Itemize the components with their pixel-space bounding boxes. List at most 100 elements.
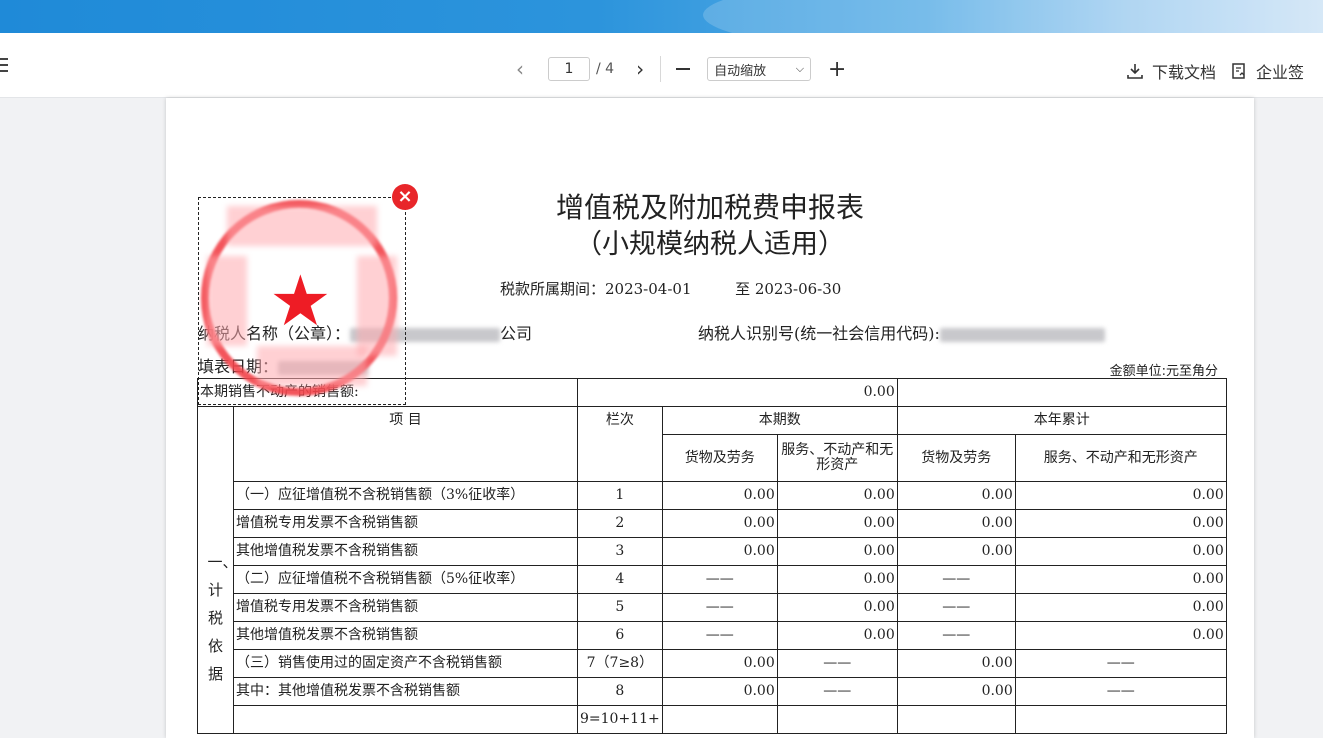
row-value: —— — [661, 593, 778, 622]
section-side-text: 一、计税依据 — [207, 552, 233, 683]
pdf-viewer-toolbar: ‹ 1 / 4 › 自动缩放 ⌵ + 下载文档 企业签 — [0, 33, 1323, 98]
row-col: 1 — [577, 481, 663, 510]
row-value: —— — [776, 677, 898, 706]
row-value: 0.00 — [661, 509, 778, 538]
row-value: —— — [896, 593, 1016, 622]
table-row: （三）销售使用过的固定资产不含税销售额 7（7≥8） 0.00 —— 0.00 … — [198, 649, 1227, 678]
seal-selection-box[interactable] — [198, 197, 406, 405]
table-row: 其他增值税发票不含税销售额 3 0.00 0.00 0.00 0.00 — [198, 537, 1227, 566]
period-to: 至 2023-06-30 — [735, 280, 842, 298]
zoom-in-button[interactable]: + — [825, 57, 849, 82]
table-row: 增值税专用发票不含税销售额 5 —— 0.00 —— 0.00 — [198, 593, 1227, 622]
menu-icon[interactable] — [0, 58, 8, 72]
table-row: （一）应征增值税不含税销售额（3%征收率） 1 0.00 0.00 0.00 0… — [198, 481, 1227, 510]
table-cell: 0.00 — [577, 378, 898, 407]
row-value: 0.00 — [776, 593, 898, 622]
row-item: （三）销售使用过的固定资产不含税销售额 — [233, 649, 578, 678]
page-number-input[interactable]: 1 — [548, 57, 590, 81]
table-row: 9=10+11+ — [198, 705, 1227, 734]
toolbar-divider — [660, 56, 662, 82]
enterprise-sign-button[interactable]: 企业签 — [1230, 59, 1304, 83]
minus-icon — [676, 68, 691, 70]
subheader-services-ytd: 服务、不动产和无形资产 — [1014, 434, 1227, 482]
row-value: —— — [1014, 649, 1227, 678]
sign-document-icon — [1232, 63, 1245, 79]
period-from: 税款所属期间：2023-04-01 — [500, 280, 692, 298]
row-item: （二）应征增值税不含税销售额（5%征收率） — [233, 565, 578, 594]
row-value: 0.00 — [896, 537, 1016, 566]
zoom-select-value: 自动缩放 — [714, 63, 767, 79]
taxpayer-name-suffix: 公司 — [500, 324, 533, 343]
tax-form-table: 本期销售不动产的销售额: 0.00 一、计税依据 项 目 栏次 本期数 本年累计… — [197, 378, 1227, 734]
row-col: 7（7≥8） — [577, 649, 663, 678]
row-col: 2 — [577, 509, 663, 538]
row-value: 0.00 — [1014, 593, 1227, 622]
row-value: 0.00 — [1014, 565, 1227, 594]
row-value: 0.00 — [661, 481, 778, 510]
row-value: —— — [896, 565, 1016, 594]
subheader-goods: 货物及劳务 — [661, 434, 778, 482]
table-row: （二）应征增值税不含税销售额（5%征收率） 4 —— 0.00 —— 0.00 — [198, 565, 1227, 594]
row-item: 增值税专用发票不含税销售额 — [233, 509, 578, 538]
row-value: 0.00 — [661, 677, 778, 706]
row-value: 0.00 — [776, 537, 898, 566]
row-value: —— — [661, 621, 778, 650]
row-value: 0.00 — [896, 481, 1016, 510]
close-icon[interactable]: × — [392, 184, 418, 210]
row-value: 0.00 — [776, 565, 898, 594]
row-value: 0.00 — [1014, 537, 1227, 566]
taxpayer-id: 纳税人识别号(统一社会信用代码): — [698, 320, 1105, 344]
row-value: 0.00 — [776, 621, 898, 650]
row-value: 0.00 — [896, 649, 1016, 678]
table-row: 其中：其他增值税发票不含税销售额 8 0.00 —— 0.00 —— — [198, 677, 1227, 706]
subheader-services: 服务、不动产和无形资产 — [776, 434, 898, 482]
header-year-to-date: 本年累计 — [896, 406, 1227, 435]
row-value — [896, 705, 1016, 734]
section-side-label: 一、计税依据 — [197, 406, 234, 734]
browser-top-banner — [0, 0, 1323, 33]
table-cell — [896, 378, 1227, 407]
row-value: 0.00 — [1014, 481, 1227, 510]
header-column-number: 栏次 — [577, 406, 663, 482]
page-total: / 4 — [596, 61, 615, 77]
row-col: 5 — [577, 593, 663, 622]
chevron-left-icon[interactable]: ‹ — [508, 57, 532, 81]
header-item: 项 目 — [233, 406, 578, 482]
row-value — [661, 705, 778, 734]
pager: ‹ 1 / 4 › 自动缩放 ⌵ + — [508, 56, 849, 82]
chevron-down-icon: ⌵ — [795, 62, 805, 75]
zoom-select[interactable]: 自动缩放 ⌵ — [707, 57, 812, 81]
table-row: 其他增值税发票不含税销售额 6 —— 0.00 —— 0.00 — [198, 621, 1227, 650]
row-value: 0.00 — [1014, 509, 1227, 538]
amount-unit: 金额单位:元至角分 — [1109, 364, 1218, 379]
table-row: 增值税专用发票不含税销售额 2 0.00 0.00 0.00 0.00 — [198, 509, 1227, 538]
pdf-page: 增值税及附加税费申报表 （小规模纳税人适用） 税款所属期间：2023-04-01… — [166, 98, 1254, 738]
chevron-right-icon[interactable]: › — [628, 57, 652, 81]
subheader-goods-ytd: 货物及劳务 — [896, 434, 1016, 482]
download-icon — [1127, 64, 1143, 79]
row-col: 6 — [577, 621, 663, 650]
zoom-out-button[interactable] — [671, 57, 695, 81]
row-col: 4 — [577, 565, 663, 594]
enterprise-sign-label: 企业签 — [1256, 63, 1305, 82]
row-value: 0.00 — [1014, 621, 1227, 650]
row-col: 8 — [577, 677, 663, 706]
tax-period: 税款所属期间：2023-04-01 至 2023-06-30 — [500, 278, 841, 299]
table-header-row: 一、计税依据 项 目 栏次 本期数 本年累计 — [197, 406, 1227, 734]
row-item: 其他增值税发票不含税销售额 — [233, 621, 578, 650]
download-button[interactable]: 下载文档 — [1126, 59, 1216, 83]
row-value — [776, 705, 898, 734]
row-value — [1014, 705, 1227, 734]
row-item: 增值税专用发票不含税销售额 — [233, 593, 578, 622]
row-value: 0.00 — [896, 509, 1016, 538]
row-value: 0.00 — [661, 649, 778, 678]
row-value: 0.00 — [776, 481, 898, 510]
row-value: —— — [776, 649, 898, 678]
toolbar-right-actions: 下载文档 企业签 — [1126, 59, 1304, 83]
row-value: 0.00 — [896, 677, 1016, 706]
redacted-text — [939, 327, 1105, 342]
row-item: （一）应征增值税不含税销售额（3%征收率） — [233, 481, 578, 510]
header-current-period: 本期数 — [661, 406, 898, 435]
row-item: 其中：其他增值税发票不含税销售额 — [233, 677, 578, 706]
taxpayer-id-label: 纳税人识别号(统一社会信用代码): — [698, 324, 940, 343]
